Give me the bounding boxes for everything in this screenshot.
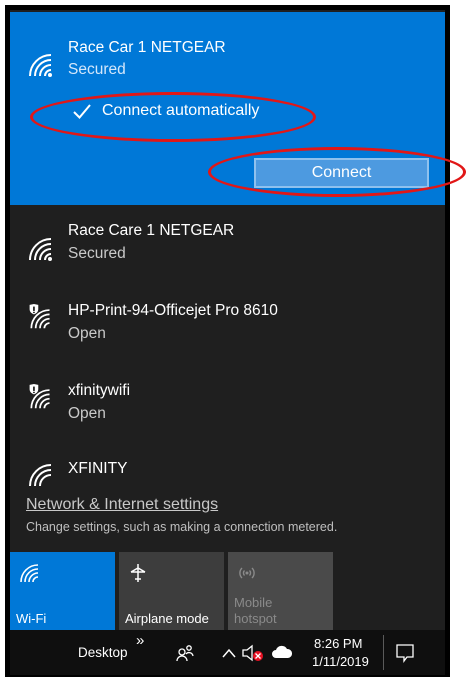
onedrive-cloud-icon[interactable] bbox=[272, 645, 292, 659]
people-icon[interactable] bbox=[176, 644, 194, 662]
network-status: Open bbox=[68, 405, 106, 422]
quick-action-label: Wi-Fi bbox=[16, 611, 47, 626]
network-name: Race Care 1 NETGEAR bbox=[68, 222, 235, 239]
network-name: HP-Print-94-Officejet Pro 8610 bbox=[68, 302, 278, 319]
network-name: XFINITY bbox=[68, 460, 128, 477]
network-settings-link[interactable]: Network & Internet settings bbox=[26, 496, 218, 514]
taskbar: Desktop » 8:26 PM 1/11/2019 bbox=[10, 630, 445, 675]
network-item-selected[interactable]: Race Car 1 NETGEAR Secured Connect autom… bbox=[10, 12, 445, 205]
quick-action-airplane-mode[interactable]: Airplane mode bbox=[119, 552, 224, 630]
airplane-icon bbox=[130, 564, 146, 582]
network-settings-description: Change settings, such as making a connec… bbox=[26, 520, 338, 534]
wifi-icon bbox=[20, 564, 39, 583]
desktop-toolbar-label[interactable]: Desktop bbox=[78, 645, 128, 660]
show-hidden-icons-chevron-icon[interactable] bbox=[222, 648, 236, 658]
wifi-secured-icon bbox=[29, 464, 52, 486]
volume-muted-icon[interactable] bbox=[242, 644, 264, 662]
quick-action-wifi[interactable]: Wi-Fi bbox=[10, 552, 115, 630]
quick-action-label: Mobile bbox=[234, 595, 273, 610]
network-status: Open bbox=[68, 325, 106, 342]
connect-button[interactable]: Connect bbox=[254, 158, 429, 188]
wifi-open-shield-icon bbox=[29, 304, 50, 329]
quick-action-label: Airplane mode bbox=[125, 611, 209, 626]
network-status: Secured bbox=[68, 61, 126, 78]
network-name: Race Car 1 NETGEAR bbox=[68, 39, 226, 56]
action-center-notification-icon[interactable] bbox=[395, 643, 415, 663]
checkmark-icon bbox=[72, 101, 92, 121]
network-item[interactable]: XFINITY bbox=[10, 450, 445, 486]
taskbar-divider bbox=[383, 635, 384, 670]
toolbar-overflow-chevron[interactable]: » bbox=[136, 632, 144, 649]
network-status: Secured bbox=[68, 245, 126, 262]
network-item[interactable]: xfinitywifi Open bbox=[10, 370, 445, 450]
clock-time[interactable]: 8:26 PM bbox=[314, 636, 362, 651]
wifi-secured-icon bbox=[29, 238, 52, 261]
network-item[interactable]: Race Care 1 NETGEAR Secured bbox=[10, 210, 445, 290]
network-flyout: Race Car 1 NETGEAR Secured Connect autom… bbox=[10, 10, 445, 630]
quick-action-label: hotspot bbox=[234, 611, 277, 626]
wifi-open-shield-icon bbox=[29, 384, 50, 409]
network-name: xfinitywifi bbox=[68, 382, 131, 399]
connect-automatically-label: Connect automatically bbox=[102, 102, 260, 119]
hotspot-icon bbox=[239, 567, 255, 579]
wifi-secured-icon bbox=[29, 54, 52, 77]
network-item[interactable]: HP-Print-94-Officejet Pro 8610 Open bbox=[10, 290, 445, 370]
connect-automatically-checkbox[interactable]: Connect automatically bbox=[72, 98, 259, 124]
clock-date[interactable]: 1/11/2019 bbox=[312, 654, 369, 669]
quick-action-mobile-hotspot[interactable]: Mobile hotspot bbox=[228, 552, 333, 630]
